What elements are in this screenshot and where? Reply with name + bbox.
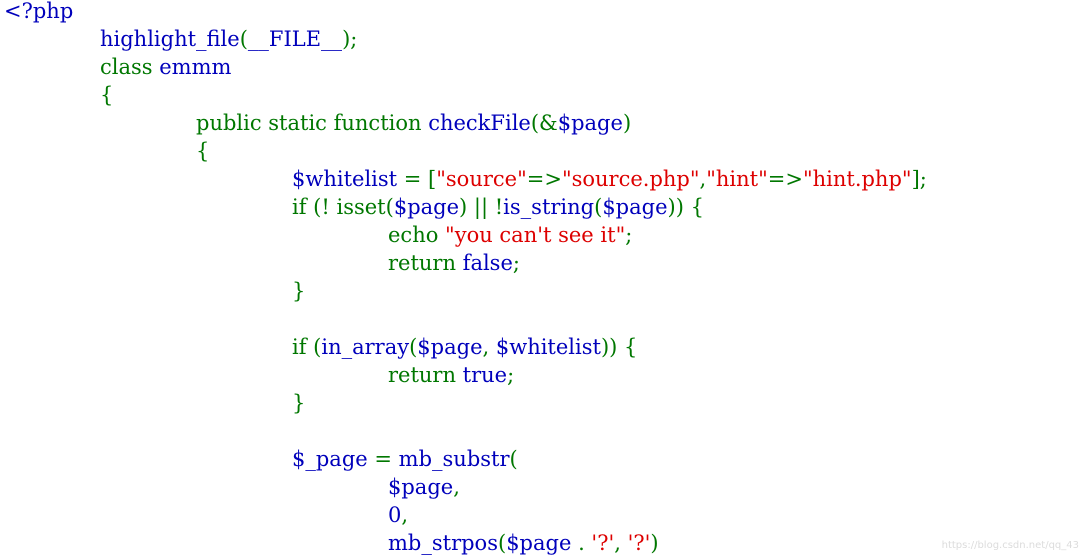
code-line: } <box>292 277 305 305</box>
code-token: "source.php" <box>561 167 700 191</box>
code-token: public static function <box>196 111 429 135</box>
code-token: if ( <box>292 335 322 359</box>
code-token: ]; <box>911 167 927 191</box>
code-token: )) { <box>667 195 704 219</box>
code-line: echo "you can't see it"; <box>388 221 632 249</box>
code-token: => <box>767 167 803 191</box>
code-token: mb_strpos <box>388 531 498 555</box>
code-token: return <box>388 363 463 387</box>
code-token: 0 <box>388 503 402 527</box>
code-token: if (! <box>292 195 337 219</box>
code-token: in_array <box>321 335 410 359</box>
code-token: , <box>482 335 496 359</box>
code-token: highlight_file <box>100 27 240 51</box>
code-line: class emmm <box>100 53 231 81</box>
code-token: true <box>462 363 508 387</box>
code-token: $page <box>557 111 623 135</box>
code-token: "source" <box>436 167 527 191</box>
code-token: { <box>100 83 114 107</box>
code-token: is_string <box>503 195 595 219</box>
code-token: = [ <box>403 167 437 191</box>
code-token: ; <box>625 223 633 247</box>
code-line: } <box>292 389 305 417</box>
code-token: '?' <box>591 531 615 555</box>
code-token: } <box>292 391 306 415</box>
code-line: mb_strpos($page . '?', '?') <box>388 529 659 557</box>
code-token: = <box>374 447 399 471</box>
code-token: , <box>614 531 628 555</box>
code-token: $page <box>393 195 460 219</box>
code-line: return true; <box>388 361 514 389</box>
code-token: $page <box>506 531 579 555</box>
code-line: <?php <box>4 0 73 25</box>
code-line: return false; <box>388 249 520 277</box>
code-token: echo <box>388 223 446 247</box>
code-token: ); <box>342 27 358 51</box>
code-token: )) { <box>600 335 638 359</box>
code-token: return <box>388 251 463 275</box>
code-token: ; <box>512 251 520 275</box>
code-token: "hint.php" <box>802 167 912 191</box>
code-token: $page <box>602 195 668 219</box>
code-token: ( <box>385 195 394 219</box>
code-token: '?' <box>627 531 651 555</box>
code-token: $whitelist <box>292 167 404 191</box>
code-line: $page, <box>388 473 460 501</box>
code-line: { <box>196 137 209 165</box>
code-token: $page <box>388 475 454 499</box>
code-token: => <box>526 167 562 191</box>
code-token: ( <box>509 447 518 471</box>
code-viewer: <?php highlight_file(__FILE__); class emmm… <box>0 0 1087 557</box>
code-token: false <box>462 251 513 275</box>
code-token: "hint" <box>706 167 768 191</box>
code-token: class <box>100 55 160 79</box>
code-token: "you can't see it" <box>445 223 626 247</box>
code-line: if (! isset($page) || !is_string($page))… <box>292 193 704 221</box>
code-token: checkFile <box>428 111 531 135</box>
code-token: ) <box>650 531 659 555</box>
code-line: public static function checkFile(&$page) <box>196 109 631 137</box>
code-token: <?php <box>4 0 74 23</box>
code-token: ) || ! <box>459 195 504 219</box>
code-token: } <box>292 279 306 303</box>
code-token: $_page <box>292 447 375 471</box>
code-token: , <box>401 503 409 527</box>
code-line: $_page = mb_substr( <box>292 445 518 473</box>
code-token: $page <box>417 335 483 359</box>
code-line: if (in_array($page, $whitelist)) { <box>292 333 637 361</box>
code-token: { <box>196 139 210 163</box>
code-line: { <box>100 81 113 109</box>
code-line: 0, <box>388 501 408 529</box>
code-token: ; <box>507 363 515 387</box>
code-token: (& <box>530 111 558 135</box>
code-token: ) <box>622 111 632 135</box>
code-token: mb_substr <box>398 447 510 471</box>
code-token: isset <box>336 195 386 219</box>
code-token: $whitelist <box>495 335 601 359</box>
code-token: emmm <box>159 55 232 79</box>
watermark: https://blog.csdn.net/qq_43 <box>941 540 1079 551</box>
code-line: $whitelist = ["source"=>"source.php","hi… <box>292 165 927 193</box>
code-token: ( <box>497 531 507 555</box>
code-token: . <box>578 531 592 555</box>
code-token: __FILE__ <box>247 27 343 51</box>
code-line: highlight_file(__FILE__); <box>100 25 357 53</box>
code-token: , <box>453 475 460 499</box>
code-token: ( <box>239 27 248 51</box>
